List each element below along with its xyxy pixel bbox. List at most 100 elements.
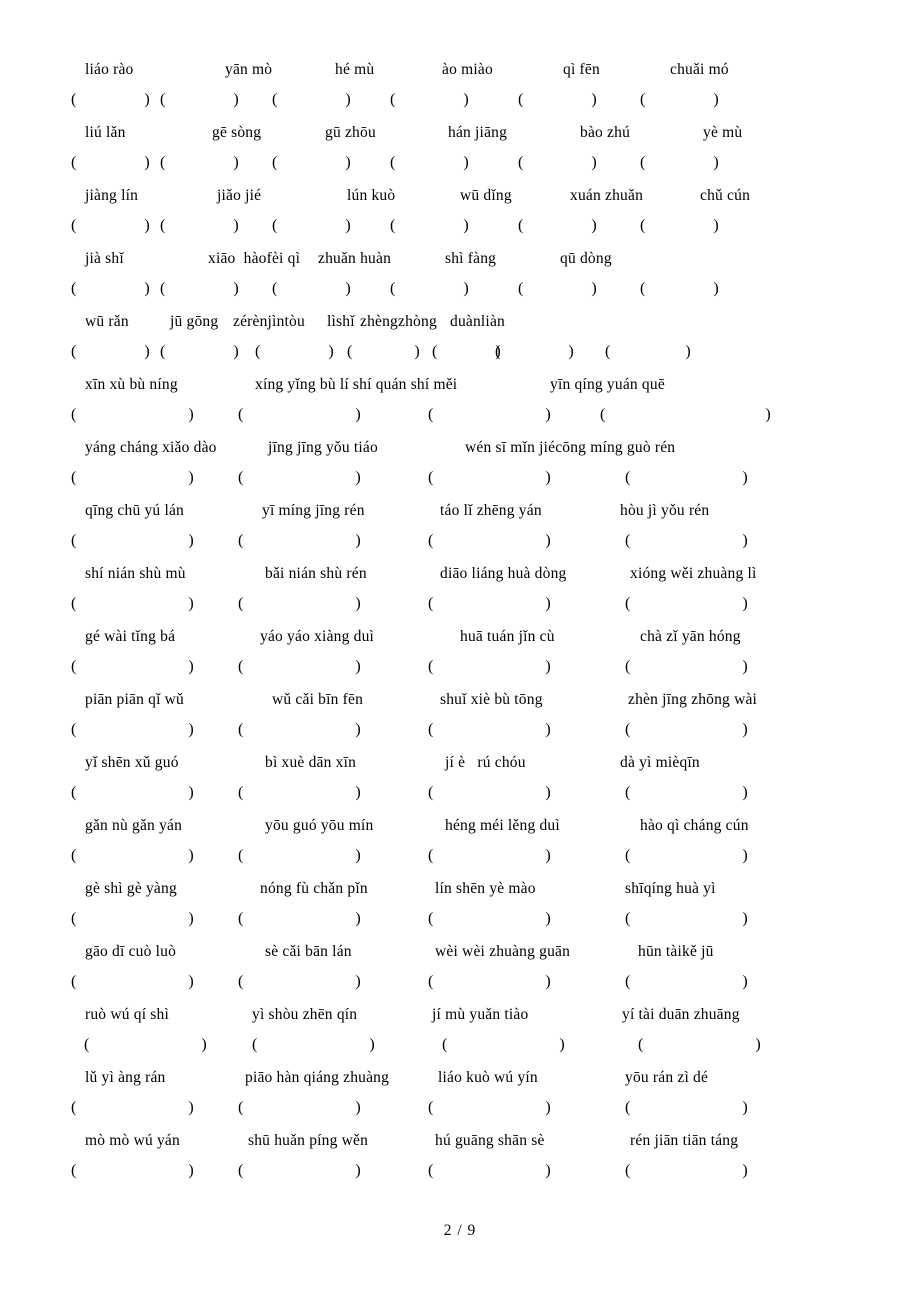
answer-blank[interactable]: () <box>625 1161 748 1181</box>
answer-blank[interactable]: () <box>71 405 194 425</box>
answer-blank[interactable]: () <box>390 279 469 299</box>
answer-blank[interactable]: () <box>71 1098 194 1118</box>
answer-blank[interactable]: () <box>442 1035 565 1055</box>
answer-blank[interactable]: () <box>255 342 334 362</box>
answer-blank[interactable]: () <box>238 720 361 740</box>
answer-blank[interactable]: () <box>71 153 150 173</box>
answer-blank[interactable]: () <box>428 531 551 551</box>
answer-blank[interactable]: () <box>640 216 719 236</box>
answer-blank[interactable]: () <box>71 90 150 110</box>
answer-blank[interactable]: () <box>428 972 551 992</box>
answer-blank[interactable]: () <box>428 909 551 929</box>
answer-blank[interactable]: () <box>160 90 239 110</box>
answer-blank[interactable]: () <box>272 153 351 173</box>
answer-blank[interactable]: () <box>71 720 194 740</box>
answer-blank[interactable]: () <box>160 342 239 362</box>
answer-blank[interactable]: () <box>71 783 194 803</box>
answer-blank[interactable]: () <box>71 846 194 866</box>
answer-blank[interactable]: () <box>428 783 551 803</box>
answer-blank[interactable]: () <box>238 468 361 488</box>
answer-blank[interactable]: () <box>238 531 361 551</box>
pinyin-term: qì fēn <box>563 61 600 78</box>
answer-blank[interactable]: () <box>428 594 551 614</box>
answer-blank[interactable]: () <box>252 1035 375 1055</box>
answer-blank[interactable]: () <box>71 909 194 929</box>
left-parenthesis: ( <box>238 532 244 549</box>
answer-blank[interactable]: () <box>428 1161 551 1181</box>
left-parenthesis: ( <box>238 1162 244 1179</box>
answer-blank[interactable]: () <box>638 1035 761 1055</box>
answer-blank[interactable]: () <box>625 972 748 992</box>
answer-blank[interactable]: () <box>347 342 420 362</box>
answer-blank[interactable]: () <box>625 531 748 551</box>
answer-blank[interactable]: () <box>71 342 150 362</box>
answer-blank[interactable]: () <box>600 405 771 425</box>
left-parenthesis: ( <box>238 847 244 864</box>
answer-blank[interactable]: () <box>238 1161 361 1181</box>
answer-blank[interactable]: () <box>71 216 150 236</box>
answer-blank[interactable]: () <box>390 216 469 236</box>
answer-blank[interactable]: () <box>71 468 194 488</box>
answer-blank[interactable]: () <box>625 657 748 677</box>
answer-blank[interactable]: () <box>625 1098 748 1118</box>
left-parenthesis: ( <box>625 784 631 801</box>
answer-blank[interactable]: () <box>625 909 748 929</box>
answer-blank[interactable]: () <box>238 594 361 614</box>
answer-blank[interactable]: () <box>160 216 239 236</box>
pinyin-term: wén sī mǐn jiécōng míng guò rén <box>465 439 676 456</box>
answer-blank[interactable]: () <box>238 846 361 866</box>
answer-blank[interactable]: () <box>390 153 469 173</box>
answer-blank[interactable]: () <box>272 216 351 236</box>
answer-blank[interactable]: () <box>625 468 748 488</box>
answer-blank[interactable]: () <box>71 1161 194 1181</box>
answer-blank[interactable]: () <box>428 405 551 425</box>
answer-blank[interactable]: () <box>518 216 597 236</box>
answer-blank[interactable]: () <box>272 90 351 110</box>
answer-blank[interactable]: () <box>640 279 719 299</box>
exercise-rows: liáo rào yān mò hé mù ào miào qì fēn chuǎi mó… <box>60 56 860 1190</box>
answer-blank[interactable]: () <box>518 279 597 299</box>
left-parenthesis: ( <box>640 91 646 108</box>
answer-blank[interactable]: () <box>640 90 719 110</box>
answer-blank[interactable]: () <box>238 657 361 677</box>
right-parenthesis: ) <box>144 343 150 360</box>
right-parenthesis: ) <box>355 469 361 486</box>
answer-blank[interactable]: () <box>272 279 351 299</box>
answer-blank[interactable]: () <box>390 90 469 110</box>
pinyin-term: qīng chū yú lán <box>85 502 184 519</box>
answer-blank[interactable]: () <box>71 279 150 299</box>
answer-blank[interactable]: () <box>238 405 361 425</box>
left-parenthesis: ( <box>625 595 631 612</box>
answer-blank[interactable]: () <box>428 846 551 866</box>
answer-blank[interactable]: () <box>495 342 574 362</box>
right-parenthesis: ) <box>559 1036 565 1053</box>
answer-blank[interactable]: () <box>71 657 194 677</box>
answer-blank[interactable]: () <box>518 90 597 110</box>
answer-blank[interactable]: () <box>625 594 748 614</box>
left-parenthesis: ( <box>160 91 166 108</box>
answer-blank[interactable]: () <box>160 153 239 173</box>
answer-blank[interactable]: () <box>238 972 361 992</box>
answer-blank[interactable]: () <box>428 1098 551 1118</box>
left-parenthesis: ( <box>160 154 166 171</box>
left-parenthesis: ( <box>495 343 501 360</box>
answer-blank[interactable]: () <box>640 153 719 173</box>
answer-blank[interactable]: () <box>238 909 361 929</box>
answer-blank[interactable]: () <box>71 972 194 992</box>
answer-blank[interactable]: () <box>428 720 551 740</box>
answer-blank[interactable]: () <box>84 1035 207 1055</box>
answer-blank[interactable]: () <box>605 342 691 362</box>
left-parenthesis: ( <box>518 91 524 108</box>
answer-blank[interactable]: () <box>71 594 194 614</box>
answer-blank[interactable]: () <box>71 531 194 551</box>
answer-blank[interactable]: () <box>428 468 551 488</box>
answer-blank[interactable]: () <box>625 783 748 803</box>
answer-blank[interactable]: () <box>518 153 597 173</box>
answer-blank[interactable]: () <box>160 279 239 299</box>
answer-blank[interactable]: () <box>432 342 501 362</box>
answer-blank[interactable]: () <box>428 657 551 677</box>
answer-blank[interactable]: () <box>238 1098 361 1118</box>
answer-blank[interactable]: () <box>625 846 748 866</box>
answer-blank[interactable]: () <box>238 783 361 803</box>
answer-blank[interactable]: () <box>625 720 748 740</box>
